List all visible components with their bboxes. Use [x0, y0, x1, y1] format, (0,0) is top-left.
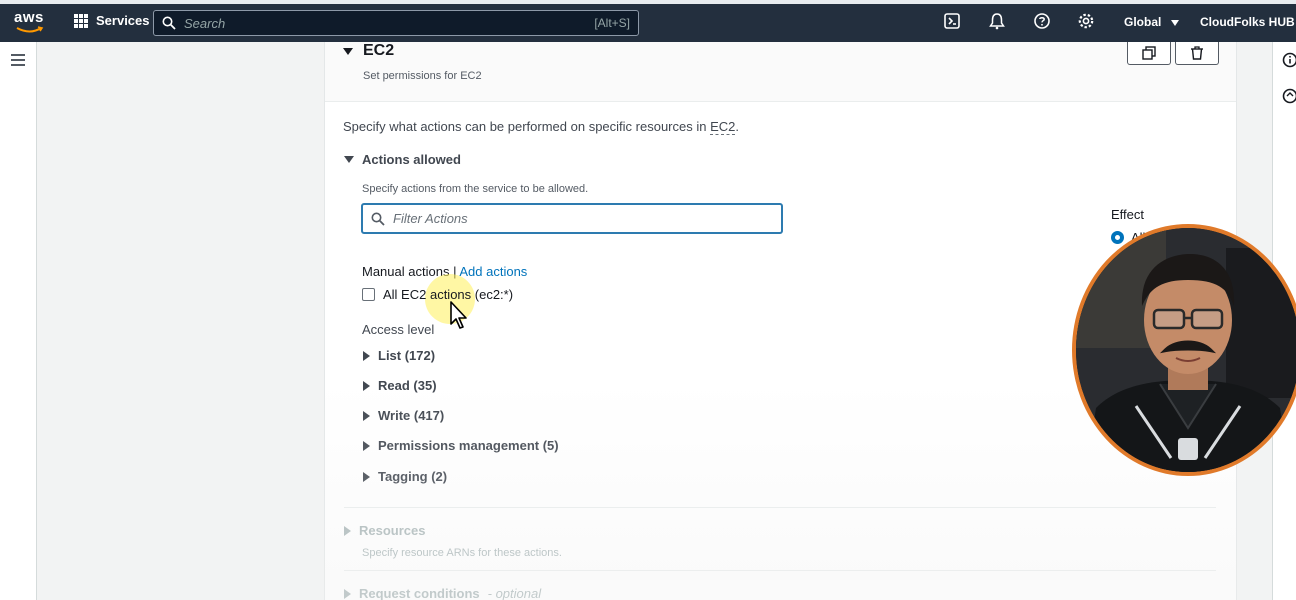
access-level-label: Access level — [362, 322, 435, 337]
checkbox[interactable] — [362, 288, 375, 301]
trash-icon — [1191, 46, 1203, 60]
access-level-write[interactable]: Write (417) — [363, 408, 444, 423]
actions-allowed-toggle[interactable]: Actions allowed — [344, 152, 461, 167]
ec2-title: EC2 — [363, 42, 395, 59]
request-conditions-label: Request conditions — [359, 586, 480, 600]
access-level-read[interactable]: Read (35) — [363, 378, 437, 393]
top-navigation: aws Services Search [Alt+S] Global Cloud… — [0, 0, 1296, 42]
caret-right-icon — [344, 525, 351, 536]
left-rail — [0, 42, 37, 600]
resources-hint: Specify resource ARNs for these actions. — [362, 547, 562, 559]
optional-tag: - optional — [487, 586, 542, 600]
caret-right-icon — [344, 588, 351, 599]
remove-button[interactable] — [1175, 42, 1219, 65]
region-selector[interactable]: Global — [1124, 15, 1179, 29]
access-level-permissions-management[interactable]: Permissions management (5) — [363, 438, 559, 453]
presenter-webcam — [1072, 224, 1296, 476]
menu-icon[interactable] — [11, 54, 25, 66]
panel-header: EC2 Set permissions for EC2 — [325, 42, 1236, 102]
search-icon — [371, 212, 385, 226]
services-label: Services — [96, 13, 150, 28]
resources-label: Resources — [359, 523, 426, 538]
search-placeholder: Search — [184, 15, 226, 31]
request-conditions-toggle[interactable]: Request conditions - optional — [344, 586, 541, 600]
mouse-cursor-icon — [450, 301, 467, 329]
specify-prefix: Specify what actions can be performed on… — [343, 119, 711, 134]
chevron-down-icon — [1170, 19, 1179, 26]
add-actions-link[interactable]: Add actions — [459, 264, 527, 279]
specify-description: Specify what actions can be performed on… — [343, 119, 739, 135]
specify-suffix: . — [735, 119, 739, 134]
aws-logo-text: aws — [14, 9, 44, 26]
account-label: CloudFolks HUB — [1200, 15, 1295, 29]
ec2-subtitle: Set permissions for EC2 — [363, 70, 482, 82]
filter-actions-input[interactable]: Filter Actions — [361, 203, 783, 234]
caret-right-icon — [363, 350, 370, 361]
help-icon[interactable] — [1033, 12, 1051, 30]
info-icon[interactable] — [1282, 52, 1296, 68]
global-search-input[interactable]: Search [Alt+S] — [153, 10, 639, 36]
services-menu-button[interactable]: Services — [74, 13, 150, 28]
access-level-read-label: Read (35) — [378, 378, 437, 393]
cloudshell-icon[interactable] — [943, 12, 961, 30]
actions-allowed-label: Actions allowed — [362, 152, 461, 167]
divider — [344, 570, 1216, 571]
services-grid-icon — [74, 13, 88, 28]
presenter-video-image — [1076, 228, 1296, 472]
caret-right-icon — [363, 380, 370, 391]
notifications-icon[interactable] — [988, 12, 1006, 30]
region-label: Global — [1124, 15, 1162, 29]
duplicate-button[interactable] — [1127, 42, 1171, 65]
all-ec2-actions-checkbox[interactable]: All EC2 actions (ec2:*) — [362, 287, 513, 302]
divider — [344, 507, 1216, 508]
effect-label: Effect — [1111, 207, 1145, 222]
resources-toggle[interactable]: Resources — [344, 523, 425, 538]
caret-down-icon — [343, 47, 353, 55]
access-level-permissions-label: Permissions management (5) — [378, 438, 559, 453]
access-level-tagging-label: Tagging (2) — [378, 469, 448, 484]
search-icon — [162, 16, 176, 30]
caret-down-icon — [344, 156, 354, 163]
access-level-write-label: Write (417) — [378, 408, 445, 423]
ec2-section-toggle[interactable]: EC2 — [343, 42, 394, 60]
caret-right-icon — [363, 440, 370, 451]
effect-allow-radio[interactable] — [1111, 231, 1124, 244]
account-menu[interactable]: CloudFolks HUB — [1200, 15, 1296, 29]
duplicate-icon — [1142, 46, 1156, 60]
caret-right-icon — [363, 471, 370, 482]
actions-allowed-hint: Specify actions from the service to be a… — [362, 183, 589, 195]
aws-logo[interactable]: aws — [14, 10, 48, 34]
filter-placeholder: Filter Actions — [393, 211, 468, 226]
caret-right-icon — [363, 410, 370, 421]
feedback-icon[interactable] — [1282, 88, 1296, 104]
access-level-list-label: List (172) — [378, 348, 436, 363]
access-level-list[interactable]: List (172) — [363, 348, 435, 363]
aws-smile-icon — [16, 26, 44, 33]
search-shortcut: [Alt+S] — [594, 16, 630, 30]
access-level-tagging[interactable]: Tagging (2) — [363, 469, 447, 484]
settings-icon[interactable] — [1077, 12, 1095, 30]
specify-service: EC2 — [710, 119, 736, 135]
